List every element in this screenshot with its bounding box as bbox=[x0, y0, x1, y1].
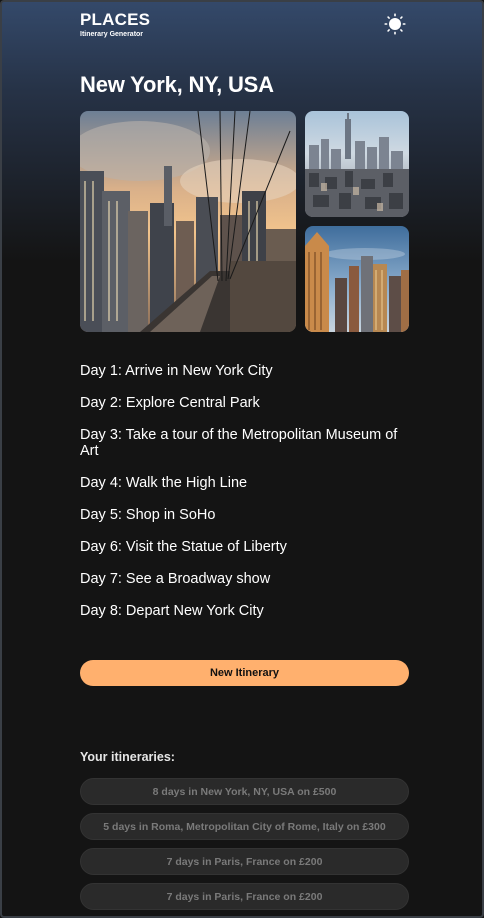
destination-title: New York, NY, USA bbox=[80, 72, 274, 97]
new-itinerary-button[interactable]: New Itinerary bbox=[80, 660, 409, 686]
theme-toggle-button[interactable] bbox=[383, 12, 407, 36]
itinerary-day: Day 2: Explore Central Park bbox=[80, 395, 260, 411]
saved-itinerary-item[interactable]: 8 days in New York, NY, USA on £500 bbox=[80, 778, 409, 805]
saved-itinerary-list: 8 days in New York, NY, USA on £500 5 da… bbox=[80, 778, 409, 918]
itinerary-day: Day 8: Depart New York City bbox=[80, 603, 264, 619]
itinerary-day: Day 5: Shop in SoHo bbox=[80, 507, 216, 523]
saved-itinerary-item[interactable]: 7 days in Paris, France on £200 bbox=[80, 848, 409, 875]
itinerary-day: Day 6: Visit the Statue of Liberty bbox=[80, 539, 287, 555]
app-header: PLACES Itinerary Generator bbox=[80, 11, 150, 38]
app-page: PLACES Itinerary Generator New York, NY,… bbox=[0, 0, 484, 918]
itinerary-day: Day 1: Arrive in New York City bbox=[80, 363, 273, 379]
itinerary-day-list: Day 1: Arrive in New York City Day 2: Ex… bbox=[80, 363, 410, 635]
sun-icon bbox=[384, 13, 406, 35]
brand-subtitle: Itinerary Generator bbox=[80, 31, 144, 38]
brand-logo[interactable]: PLACES bbox=[80, 11, 150, 28]
city-skyline-bridge-photo bbox=[80, 111, 296, 332]
your-itineraries-heading: Your itineraries: bbox=[80, 750, 175, 764]
itinerary-day: Day 4: Walk the High Line bbox=[80, 475, 248, 491]
aerial-manhattan-photo bbox=[305, 111, 409, 217]
saved-itinerary-item[interactable]: 5 days in Roma, Metropolitan City of Rom… bbox=[80, 813, 409, 840]
saved-itinerary-item[interactable]: 7 days in Paris, France on £200 bbox=[80, 883, 409, 910]
itinerary-day: Day 7: See a Broadway show bbox=[80, 571, 271, 587]
itinerary-day: Day 3: Take a tour of the Metropolitan M… bbox=[80, 427, 398, 459]
skyscrapers-sunset-photo bbox=[305, 226, 409, 332]
